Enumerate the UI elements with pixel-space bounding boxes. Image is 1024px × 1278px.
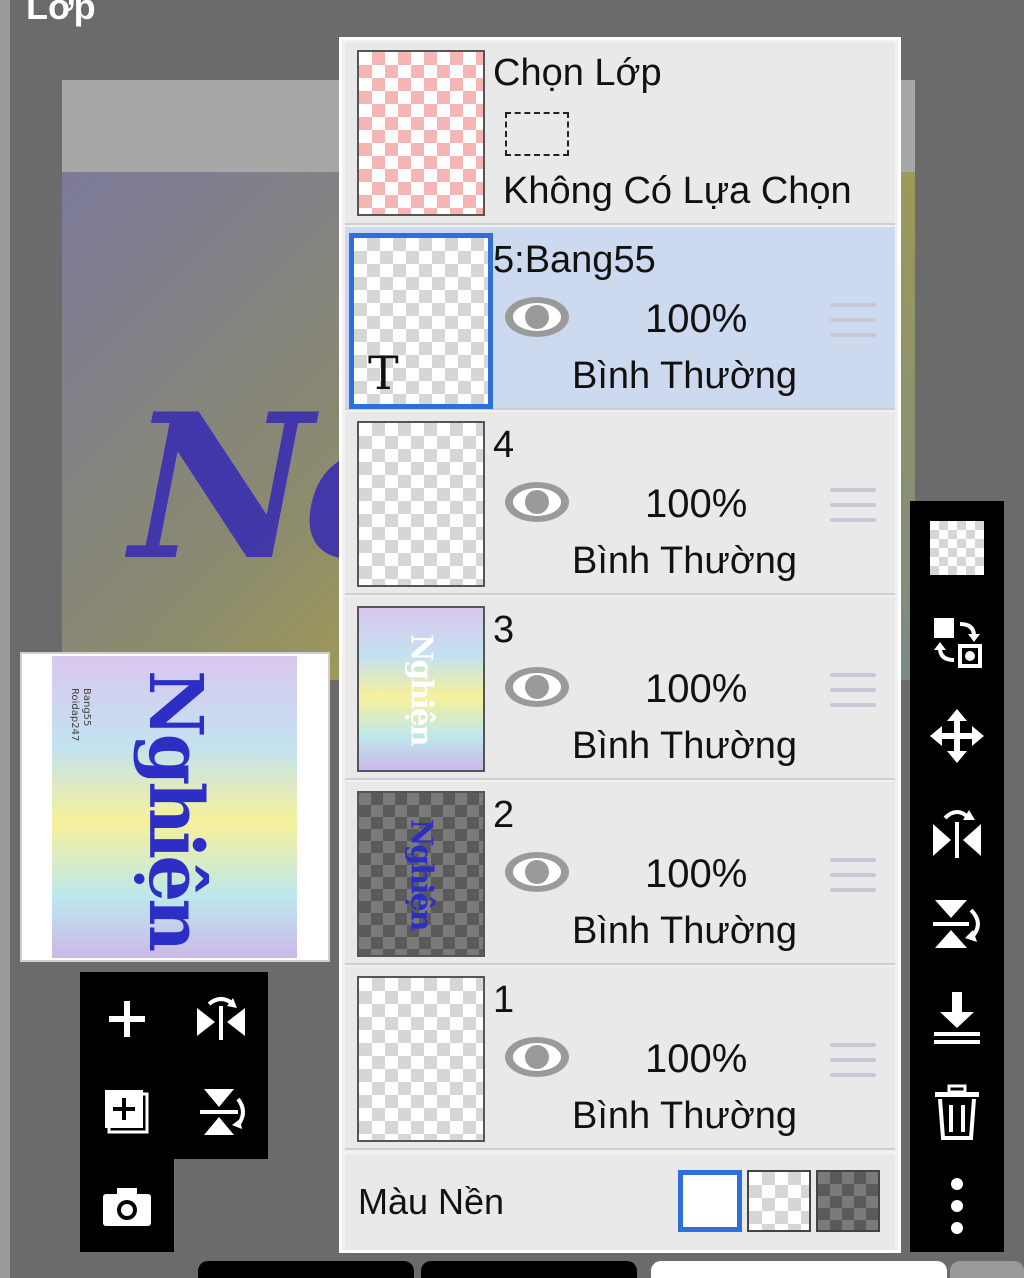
layer-thumbnail: Nghiện	[357, 606, 485, 772]
background-white-swatch[interactable]	[678, 1170, 742, 1232]
layer-row-2[interactable]: Nghiện 2 100% Bình Thường	[345, 782, 895, 965]
thumbnail-word: Nghiện	[403, 818, 439, 930]
bottom-tab-4[interactable]	[950, 1261, 1024, 1278]
layer-row-4[interactable]: 4 100% Bình Thường	[345, 412, 895, 595]
move-button[interactable]	[910, 689, 1004, 783]
merge-down-icon	[934, 992, 980, 1044]
text-layer-icon: T	[368, 346, 399, 400]
page-title: Lớp	[26, 0, 96, 27]
background-color-label: Màu Nền	[358, 1181, 505, 1222]
thumbnail-word: Nghiện	[403, 633, 439, 745]
flip-horizontal-icon	[933, 810, 981, 858]
trash-icon	[935, 1084, 979, 1140]
eye-icon[interactable]	[503, 478, 571, 526]
camera-tool-panel	[80, 1159, 174, 1252]
more-options-button[interactable]	[910, 1159, 1004, 1253]
layer-blend-mode[interactable]: Bình Thường	[572, 355, 797, 398]
delete-button[interactable]	[910, 1065, 1004, 1159]
layer-opacity[interactable]: 100%	[645, 297, 747, 342]
flip-horizontal-button[interactable]	[174, 972, 268, 1065]
swap-icon	[934, 618, 982, 668]
selection-layer-title: Chọn Lớp	[493, 52, 662, 94]
move-icon	[930, 709, 984, 763]
flip-vertical-icon	[200, 1088, 245, 1135]
layer-thumbnail	[357, 421, 485, 587]
flip-vertical-button[interactable]	[910, 877, 1004, 971]
right-toolbar	[910, 501, 1004, 1252]
selection-layer-thumbnail	[357, 50, 485, 216]
preview-word: Nghiện	[132, 669, 218, 949]
flip-horizontal-button[interactable]	[910, 783, 1004, 877]
left-edge-bar	[0, 0, 10, 1278]
selection-marquee-icon	[505, 112, 569, 156]
canvas-preview[interactable]: Bang55 Roidap247 Nghiện	[20, 652, 330, 962]
drag-handle-icon[interactable]	[830, 488, 876, 522]
layer-thumbnail: Nghiện	[357, 791, 485, 957]
layer-opacity[interactable]: 100%	[645, 482, 747, 527]
preview-credit: Bang55 Roidap247	[69, 688, 92, 742]
layer-opacity[interactable]: 100%	[645, 667, 747, 712]
layer-row-3[interactable]: Nghiện 3 100% Bình Thường	[345, 597, 895, 780]
background-transparent-swatch[interactable]	[747, 1170, 811, 1232]
layer-name: 2	[493, 794, 515, 836]
eye-icon[interactable]	[503, 663, 571, 711]
drag-handle-icon[interactable]	[830, 673, 876, 707]
selection-status: Không Có Lựa Chọn	[503, 170, 852, 212]
layer-tools-panel	[80, 972, 268, 1159]
bottom-tab-1[interactable]	[198, 1261, 414, 1278]
checker-icon	[930, 521, 984, 575]
layer-blend-mode[interactable]: Bình Thường	[572, 1095, 797, 1138]
flip-vertical-button[interactable]	[174, 1065, 268, 1158]
layer-name: 5:Bang55	[493, 239, 656, 281]
drag-handle-icon[interactable]	[830, 858, 876, 892]
flip-vertical-icon	[933, 900, 980, 948]
layer-blend-mode[interactable]: Bình Thường	[572, 725, 797, 768]
layer-row-5[interactable]: T 5:Bang55 100% Bình Thường	[345, 227, 895, 410]
swap-button[interactable]	[910, 595, 1004, 689]
bottom-tab-2[interactable]	[421, 1261, 637, 1278]
layer-name: 3	[493, 609, 515, 651]
bottom-tab-3[interactable]	[651, 1261, 947, 1278]
layer-name: 4	[493, 424, 515, 466]
camera-icon	[103, 1187, 151, 1226]
background-dark-swatch[interactable]	[816, 1170, 880, 1232]
layer-thumbnail	[357, 976, 485, 1142]
layer-row-1[interactable]: 1 100% Bình Thường	[345, 967, 895, 1150]
transparency-button[interactable]	[910, 501, 1004, 595]
drag-handle-icon[interactable]	[830, 1043, 876, 1077]
layer-blend-mode[interactable]: Bình Thường	[572, 910, 797, 953]
camera-button[interactable]	[80, 1159, 174, 1252]
more-vertical-icon	[951, 1178, 963, 1234]
eye-icon[interactable]	[503, 848, 571, 896]
layer-blend-mode[interactable]: Bình Thường	[572, 540, 797, 583]
plus-icon	[109, 1000, 145, 1037]
eye-icon[interactable]	[503, 293, 571, 341]
add-copy-layer-button[interactable]	[80, 1065, 174, 1158]
add-layer-button[interactable]	[80, 972, 174, 1065]
layer-opacity[interactable]: 100%	[645, 852, 747, 897]
merge-down-button[interactable]	[910, 971, 1004, 1065]
add-copy-icon	[105, 1089, 149, 1133]
layer-opacity[interactable]: 100%	[645, 1037, 747, 1082]
layer-name: 1	[493, 979, 515, 1021]
eye-icon[interactable]	[503, 1033, 571, 1081]
flip-horizontal-icon	[197, 996, 245, 1040]
layer-thumbnail: T	[349, 233, 493, 409]
drag-handle-icon[interactable]	[830, 303, 876, 337]
